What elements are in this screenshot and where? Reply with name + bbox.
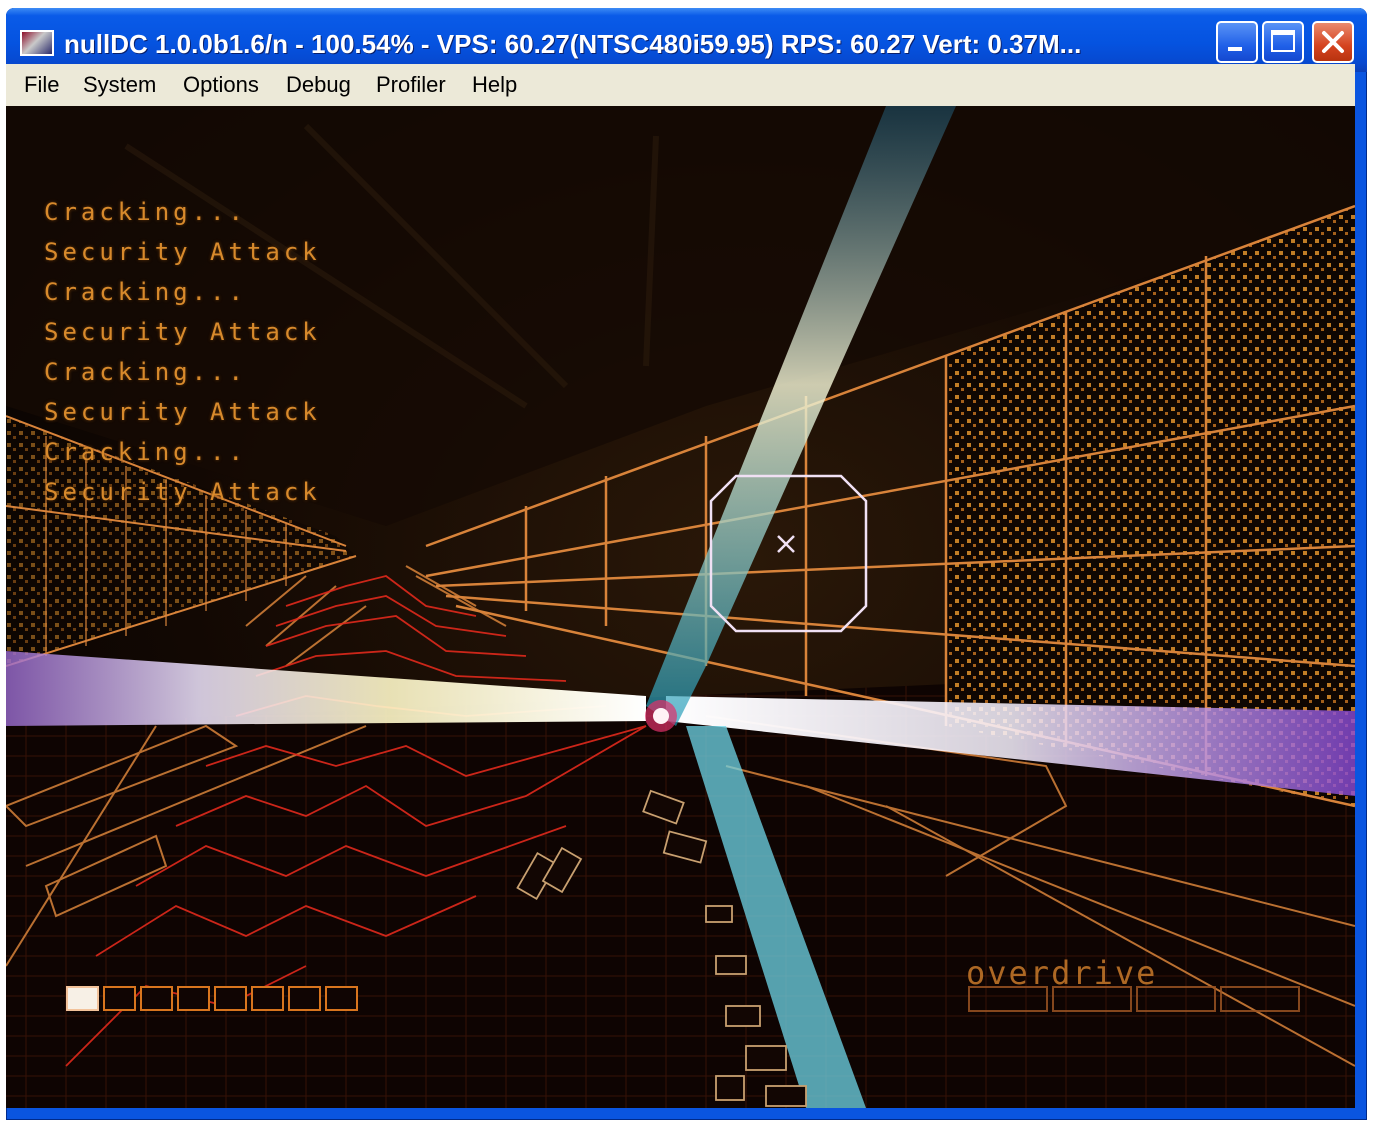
title-bar[interactable]: nullDC 1.0.0b1.6/n - 100.54% - VPS: 60.2… xyxy=(6,8,1367,72)
maximize-icon xyxy=(1271,30,1295,52)
hud-log-line: Cracking... xyxy=(44,278,247,306)
minimize-button[interactable] xyxy=(1216,21,1258,63)
menu-options[interactable]: Options xyxy=(183,64,259,106)
maximize-button[interactable] xyxy=(1262,21,1304,63)
overdrive-cell xyxy=(1052,986,1132,1012)
life-cell xyxy=(251,986,284,1011)
life-gauge xyxy=(66,986,358,1011)
close-icon xyxy=(1322,31,1344,53)
menu-help[interactable]: Help xyxy=(472,64,517,106)
life-cell xyxy=(140,986,173,1011)
hud-log-line: Security Attack xyxy=(44,238,321,266)
menu-bar: File System Options Debug Profiler Help xyxy=(6,64,1355,107)
life-cell xyxy=(66,986,99,1011)
game-viewport[interactable]: Cracking... Security Attack Cracking... … xyxy=(6,106,1355,1108)
overdrive-cell xyxy=(1220,986,1300,1012)
menu-file[interactable]: File xyxy=(24,64,59,106)
life-cell xyxy=(325,986,358,1011)
overdrive-gauge xyxy=(968,986,1300,1012)
hud-log-line: Cracking... xyxy=(44,358,247,386)
minimize-icon xyxy=(1228,47,1242,51)
hud-log-line: Security Attack xyxy=(44,318,321,346)
life-cell xyxy=(288,986,321,1011)
menu-profiler[interactable]: Profiler xyxy=(376,64,446,106)
menu-debug[interactable]: Debug xyxy=(286,64,351,106)
life-cell xyxy=(177,986,210,1011)
menu-system[interactable]: System xyxy=(83,64,156,106)
overdrive-cell xyxy=(968,986,1048,1012)
hud-log-line: Security Attack xyxy=(44,398,321,426)
life-cell xyxy=(214,986,247,1011)
hud-log-line: Security Attack xyxy=(44,478,321,506)
hud-log-line: Cracking... xyxy=(44,198,247,226)
hud-log-line: Cracking... xyxy=(44,438,247,466)
life-cell xyxy=(103,986,136,1011)
overdrive-cell xyxy=(1136,986,1216,1012)
close-button[interactable] xyxy=(1312,21,1354,63)
app-icon[interactable] xyxy=(20,30,54,56)
window-title: nullDC 1.0.0b1.6/n - 100.54% - VPS: 60.2… xyxy=(64,29,1082,59)
